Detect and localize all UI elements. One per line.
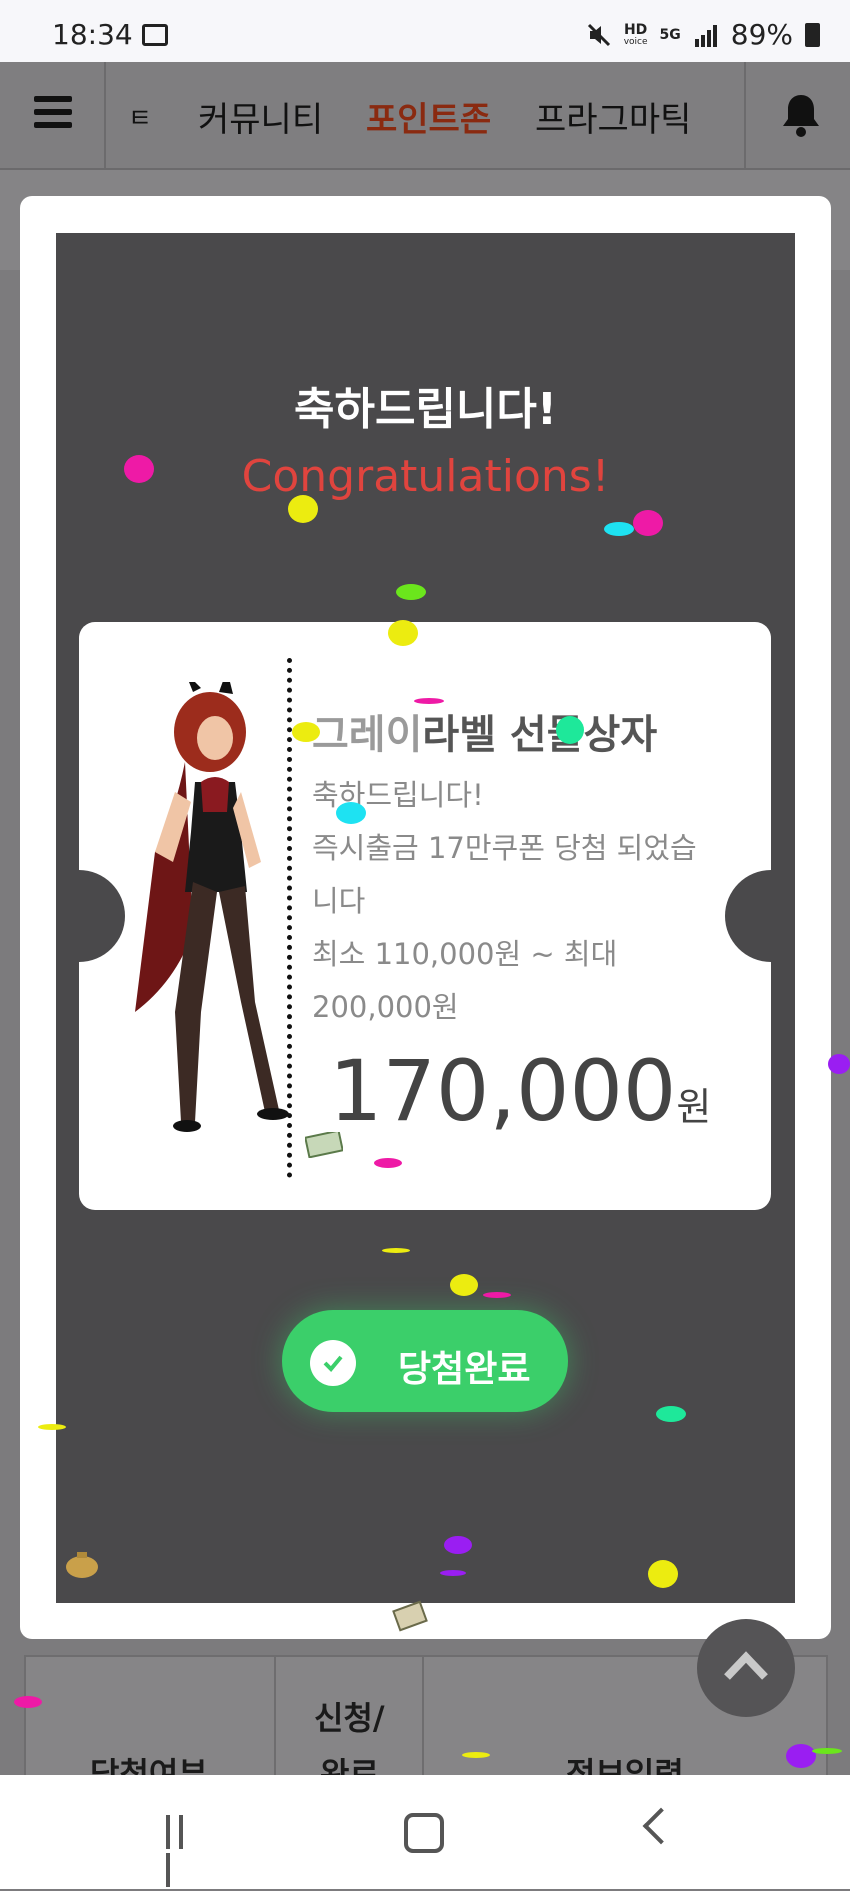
confetti-dot (374, 1158, 402, 1168)
status-bar: 18:34 HD voice 5G 89% (0, 0, 850, 62)
nav-item-partial[interactable]: ㅌ (128, 98, 152, 135)
confetti-dot (440, 1570, 466, 1576)
confetti-dot (786, 1744, 816, 1768)
coupon-notch-right (725, 870, 771, 962)
money-bag-icon (66, 1552, 98, 1578)
confetti-dot (124, 455, 154, 483)
confetti-dot (556, 716, 584, 744)
coupon-card: 그레이라벨 선물상자 축하드립니다! 즉시출금 17만쿠폰 당첨 되었습 니다 … (79, 622, 771, 1210)
money-bill-icon (305, 1132, 343, 1158)
coupon-line-4: 최소 110,000원 ~ 최대 (312, 937, 618, 971)
prize-amount-value: 170,000 (329, 1042, 677, 1140)
confetti-dot (38, 1424, 66, 1430)
voice-label: voice (623, 36, 648, 47)
prize-modal: 축하드립니다! Congratulations! 그레이라벨 선물상자 축하드립… (20, 196, 831, 1639)
bell-icon[interactable] (780, 92, 822, 138)
confetti-dot (414, 698, 444, 704)
check-icon (310, 1340, 356, 1386)
money-bill-icon (392, 1600, 428, 1632)
mute-icon (587, 23, 610, 46)
system-nav-bar (0, 1775, 850, 1889)
win-complete-button[interactable]: 당첨완료 (282, 1310, 568, 1412)
battery-percent: 89% (730, 18, 793, 51)
table-header-apply: 신청/ (314, 1699, 385, 1737)
prize-amount-unit: 원 (676, 1085, 712, 1129)
character-illustration (135, 682, 289, 1132)
coupon-line-2: 즉시출금 17만쿠폰 당첨 되었습 (312, 831, 697, 865)
confetti-dot (483, 1292, 511, 1298)
congrats-korean: 축하드립니다! (294, 384, 557, 435)
prize-amount: 170,000원 (329, 1042, 711, 1140)
confetti-dot (336, 802, 366, 824)
confetti-dot (382, 1248, 410, 1253)
coupon-line-5: 200,000원 (312, 990, 459, 1024)
confetti-dot (444, 1536, 472, 1554)
confetti-dot (14, 1696, 42, 1708)
back-icon[interactable] (642, 1807, 680, 1845)
gallery-icon (142, 24, 168, 46)
confetti-dot (396, 584, 426, 600)
scroll-top-button[interactable] (697, 1619, 795, 1717)
confetti-dot (828, 1054, 850, 1074)
coupon-title-gray: 그레이 (312, 712, 423, 758)
coupon-title-rest: 라벨 선물상자 (422, 712, 658, 758)
nav-item-community[interactable]: 커뮤니티 (198, 92, 323, 141)
modal-dark-panel: 축하드립니다! Congratulations! 그레이라벨 선물상자 축하드립… (56, 233, 795, 1603)
confetti-dot (462, 1752, 490, 1758)
nav-item-pragmatic[interactable]: 프라그마틱 (535, 92, 691, 141)
confetti-dot (292, 722, 320, 742)
win-complete-label: 당첨완료 (398, 1349, 531, 1390)
signal-icon (694, 24, 717, 47)
status-time: 18:34 (52, 18, 133, 51)
hamburger-menu-icon[interactable] (34, 96, 72, 128)
home-icon[interactable] (404, 1813, 444, 1853)
network-label: 5G (659, 26, 681, 43)
confetti-dot (450, 1274, 478, 1296)
nav-item-pointzone[interactable]: 포인트존 (366, 92, 491, 141)
confetti-dot (648, 1560, 678, 1588)
confetti-dot (633, 510, 663, 536)
confetti-dot (812, 1748, 842, 1754)
confetti-dot (288, 495, 318, 523)
chevron-up-icon (724, 1651, 768, 1680)
coupon-title: 그레이라벨 선물상자 (312, 702, 657, 760)
top-nav: ㅌ 커뮤니티 포인트존 프라그마틱 (0, 62, 850, 170)
hd-label: HD (623, 21, 648, 38)
congrats-english: Congratulations! (241, 451, 610, 502)
battery-icon (805, 22, 820, 47)
confetti-dot (604, 522, 634, 536)
coupon-line-3: 니다 (312, 884, 366, 918)
confetti-dot (388, 620, 418, 646)
recent-apps-icon[interactable] (166, 1815, 200, 1887)
confetti-dot (656, 1406, 686, 1422)
